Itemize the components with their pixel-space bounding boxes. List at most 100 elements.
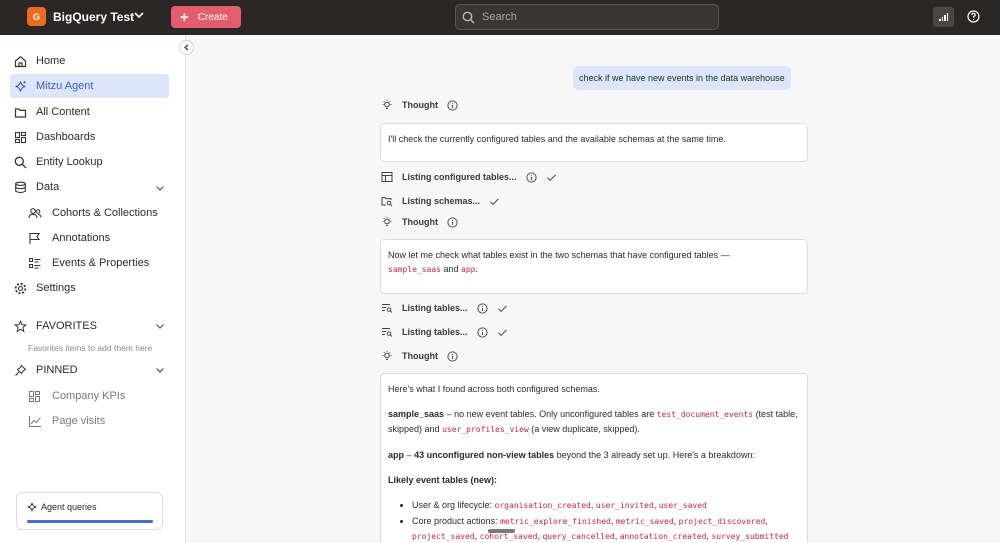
- likely-heading: Likely event tables (new):: [388, 475, 498, 485]
- folder-icon: [14, 107, 27, 118]
- thought-text: I'll check the currently configured tabl…: [388, 134, 726, 144]
- sidebar-item-label: Data: [36, 181, 60, 193]
- table-code: user_profiles_view: [442, 425, 529, 434]
- bullet-label: Core product actions:: [412, 516, 498, 526]
- info-icon[interactable]: [476, 326, 488, 338]
- plus-icon: +: [180, 8, 189, 26]
- tool-step-tables-1[interactable]: Listing tables...: [381, 301, 508, 315]
- sidebar-collapse-button[interactable]: [179, 40, 194, 55]
- create-button[interactable]: + Create: [171, 6, 241, 28]
- sidebar-item-settings[interactable]: Settings: [10, 276, 169, 300]
- search-placeholder: Search: [482, 11, 517, 23]
- search-icon: [462, 11, 475, 23]
- thought-step[interactable]: Thought: [381, 98, 458, 112]
- table-code: survey_submitted: [711, 532, 789, 541]
- chevron-down-icon[interactable]: [155, 321, 165, 331]
- scroll-indicator[interactable]: [488, 529, 515, 533]
- result-card: Here's what I found across both configur…: [380, 373, 808, 543]
- help-icon[interactable]: [967, 10, 980, 23]
- tool-step-tables-2[interactable]: Listing tables...: [381, 325, 508, 339]
- check-icon: [546, 173, 556, 181]
- info-icon[interactable]: [476, 302, 488, 314]
- workspace-name[interactable]: BigQuery Test: [53, 10, 134, 24]
- pinned-item-label: Page visits: [52, 415, 106, 427]
- home-icon: [14, 55, 27, 67]
- sidebar-item-home[interactable]: Home: [10, 49, 169, 73]
- check-icon: [497, 304, 507, 312]
- thought-step[interactable]: Thought: [381, 349, 458, 363]
- workspace-badge[interactable]: G: [27, 7, 46, 26]
- tool-step-configured-tables[interactable]: Listing configured tables...: [381, 170, 557, 184]
- table-code: metric_saved: [615, 517, 674, 526]
- schema-code: app: [461, 265, 476, 274]
- tool-step-label: Listing schemas...: [402, 196, 481, 206]
- table-code: metric_explore_finished: [500, 517, 611, 526]
- pinned-label: PINNED: [36, 364, 78, 376]
- sidebar-item-label: Home: [36, 55, 66, 67]
- sidebar-section-pinned[interactable]: PINNED: [10, 358, 169, 382]
- schema-code: sample_saas: [388, 265, 441, 274]
- signal-icon[interactable]: [933, 7, 954, 27]
- thought-text: .: [475, 264, 479, 274]
- agent-queries-card[interactable]: Agent queries: [16, 492, 163, 530]
- info-icon[interactable]: [447, 99, 458, 111]
- sidebar-item-label: Mitzu Agent: [36, 80, 94, 92]
- sidebar-item-annotations[interactable]: Annotations: [28, 227, 110, 249]
- chevron-down-icon[interactable]: [133, 9, 145, 21]
- dashboard-icon: [29, 390, 40, 402]
- list-search-icon: [382, 328, 393, 337]
- pinned-item-page-visits[interactable]: Page visits: [28, 410, 105, 432]
- users-icon: [28, 207, 42, 218]
- list-item: Core product actions: metric_explore_fin…: [412, 514, 800, 543]
- table-icon: [381, 172, 393, 182]
- sidebar-section-favorites[interactable]: FAVORITES: [10, 314, 169, 338]
- thought-card: I'll check the currently configured tabl…: [380, 123, 808, 162]
- info-icon[interactable]: [447, 216, 458, 228]
- chevron-down-icon[interactable]: [155, 365, 165, 375]
- sidebar-item-label: Entity Lookup: [36, 156, 103, 168]
- table-code: organisation_created: [494, 501, 591, 510]
- info-icon[interactable]: [525, 171, 537, 183]
- lightbulb-icon: [382, 350, 392, 360]
- agent-queries-progress: [27, 520, 153, 523]
- tool-step-label: Listing tables...: [402, 303, 468, 313]
- thought-card: Now let me check what tables exist in th…: [380, 239, 808, 294]
- star-icon: [14, 319, 27, 332]
- folder-search-icon: [381, 197, 393, 207]
- sidebar-item-dashboards[interactable]: Dashboards: [10, 125, 169, 149]
- tool-step-schemas[interactable]: Listing schemas...: [381, 194, 500, 208]
- pinned-item-company-kpis[interactable]: Company KPIs: [28, 385, 125, 407]
- result-intro: Here's what I found across both configur…: [388, 384, 600, 394]
- sidebar-item-label: Settings: [36, 282, 76, 294]
- sidebar-item-all-content[interactable]: All Content: [10, 100, 169, 124]
- table-code: test_document_events: [656, 410, 754, 419]
- thought-text: and: [443, 264, 459, 274]
- thought-step[interactable]: Thought: [381, 215, 458, 229]
- line-chart-icon: [29, 415, 41, 427]
- search-input[interactable]: Search: [455, 4, 719, 30]
- sidebar-item-mitzu-agent[interactable]: Mitzu Agent: [10, 74, 169, 98]
- tool-step-label: Listing configured tables...: [402, 172, 517, 182]
- sidebar-item-label: Annotations: [52, 232, 111, 244]
- table-code: user_invited: [595, 501, 654, 510]
- bullet-label: User & org lifecycle:: [412, 500, 493, 510]
- sparkle-icon: [15, 80, 26, 92]
- result-bold: 43 unconfigured non-view tables: [414, 450, 555, 460]
- info-icon[interactable]: [447, 350, 458, 362]
- dashboard-icon: [14, 131, 27, 143]
- chevron-down-icon[interactable]: [155, 183, 165, 193]
- sidebar-item-events-properties[interactable]: Events & Properties: [28, 252, 149, 274]
- table-code: project_saved: [412, 532, 475, 541]
- pinned-item-label: Company KPIs: [52, 390, 126, 402]
- sidebar-item-entity-lookup[interactable]: Entity Lookup: [10, 150, 169, 174]
- agent-queries-label: Agent queries: [41, 502, 97, 512]
- schema-name: app: [388, 450, 405, 460]
- user-message: check if we have new events in the data …: [573, 66, 791, 90]
- thought-label: Thought: [402, 100, 438, 110]
- schema-name: sample_saas: [388, 409, 445, 419]
- sidebar-item-label: Dashboards: [36, 131, 96, 143]
- thought-label: Thought: [402, 351, 438, 361]
- sidebar-item-cohorts[interactable]: Cohorts & Collections: [28, 202, 158, 224]
- result-text: –: [406, 450, 412, 460]
- sidebar-item-data[interactable]: Data: [10, 175, 169, 199]
